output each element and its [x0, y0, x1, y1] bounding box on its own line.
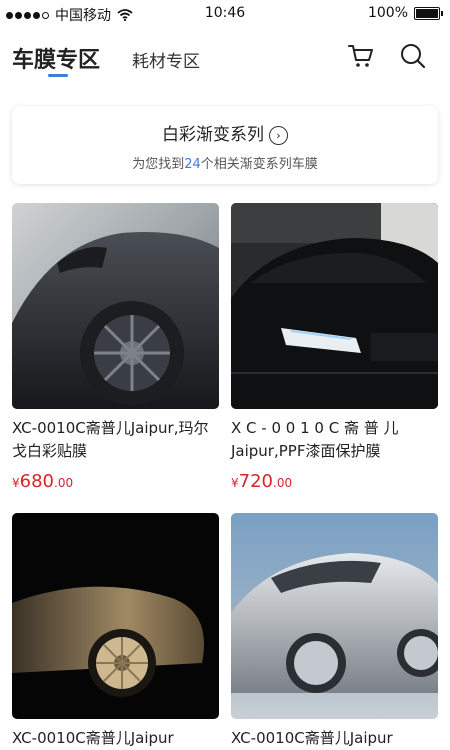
product-price: ¥680.00: [12, 471, 219, 492]
product-name[interactable]: XC-0010C斋普儿Jaipur,玛尔戈白彩贴膜: [12, 417, 219, 463]
price-integer: 720: [238, 471, 273, 492]
battery-group: 100%: [367, 5, 443, 21]
series-banner[interactable]: 白彩渐变系列 › 为您找到24个相关渐变系列车膜: [12, 106, 438, 184]
subtitle-suffix: 个相关渐变系列车膜: [200, 157, 318, 172]
price-currency: ¥: [231, 476, 239, 490]
top-nav: 车膜专区 耗材专区: [0, 36, 450, 86]
product-name[interactable]: X C - 0 0 1 0 C 斋 普 儿 Jaipur,PPF漆面保护膜: [231, 417, 438, 463]
product-name[interactable]: XC-0010C斋普儿Jaipur: [231, 727, 438, 750]
cart-icon: [348, 45, 373, 67]
result-count: 24: [184, 157, 201, 172]
chevron-right-icon[interactable]: ›: [269, 125, 288, 145]
battery-icon: [414, 6, 443, 20]
product-card[interactable]: X C - 0 0 1 0 C 斋 普 儿 Jaipur,PPF漆面保护膜 ¥7…: [231, 203, 438, 492]
product-name[interactable]: XC-0010C斋普儿Jaipur: [12, 727, 219, 750]
price-integer: 680: [19, 471, 54, 492]
price-decimal: .00: [273, 476, 293, 490]
tab-car-film[interactable]: 车膜专区: [12, 42, 100, 74]
product-image[interactable]: [12, 513, 219, 719]
banner-title: 白彩渐变系列: [162, 125, 264, 145]
banner-subtitle: 为您找到24个相关渐变系列车膜: [12, 153, 438, 172]
product-card[interactable]: XC-0010C斋普儿Jaipur: [231, 513, 438, 750]
product-card[interactable]: XC-0010C斋普儿Jaipur: [12, 513, 219, 750]
product-card[interactable]: XC-0010C斋普儿Jaipur,玛尔戈白彩贴膜 ¥680.00: [12, 203, 219, 492]
battery-label: 100%: [367, 5, 408, 21]
banner-title-row: 白彩渐变系列 ›: [12, 120, 438, 145]
price-currency: ¥: [12, 476, 20, 490]
product-image[interactable]: [231, 203, 438, 409]
subtitle-prefix: 为您找到: [132, 157, 185, 172]
search-button[interactable]: [397, 40, 429, 72]
status-bar: 中国移动 10:46 100%: [0, 0, 450, 28]
tab-active-indicator: [48, 74, 68, 77]
tab-consumables[interactable]: 耗材专区: [132, 47, 200, 72]
search-icon: [401, 44, 426, 69]
cart-button[interactable]: [345, 40, 377, 72]
product-price: ¥720.00: [231, 471, 438, 492]
product-image[interactable]: [231, 513, 438, 719]
price-decimal: .00: [54, 476, 74, 490]
product-image[interactable]: [12, 203, 219, 409]
